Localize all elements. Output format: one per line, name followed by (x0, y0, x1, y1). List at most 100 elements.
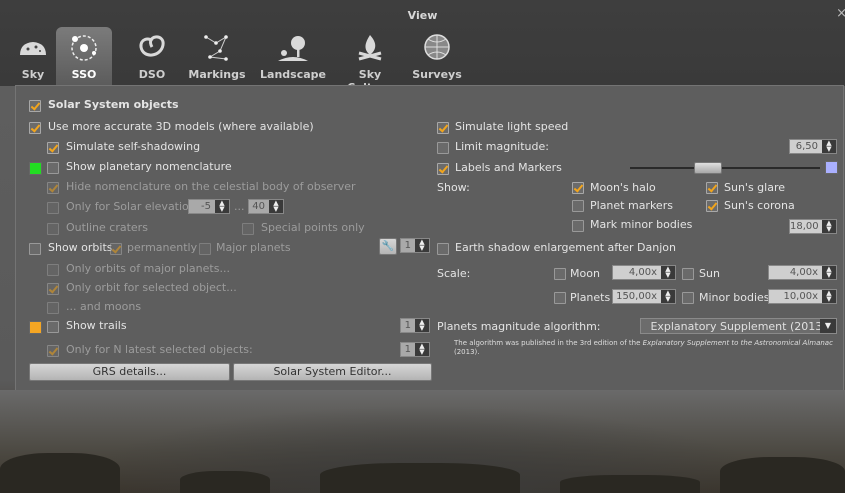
elevation-max-spinbox[interactable]: 40 ▲ ▼ (248, 199, 284, 214)
landscape-tree (320, 463, 520, 493)
algorithm-note: The algorithm was published in the 3rd e… (454, 339, 833, 357)
mag-algorithm-label: Planets magnitude algorithm: (437, 320, 601, 333)
sun-scale-value: 4,00x (789, 267, 818, 278)
moons-halo-label: Moon's halo (590, 181, 656, 194)
only-selected-orbit-label: Only orbit for selected object... (66, 281, 237, 294)
light-speed-checkbox[interactable] (437, 122, 449, 134)
suns-corona-checkbox[interactable] (706, 200, 718, 212)
only-selected-orbit-checkbox[interactable] (47, 283, 59, 295)
planets-scale-spinbox[interactable]: 150,00x ▲ ▼ (612, 289, 676, 304)
sso-settings-panel: Solar System objects Use more accurate 3… (15, 85, 844, 391)
sun-scale-checkbox[interactable] (682, 268, 694, 280)
planets-scale-checkbox[interactable] (554, 292, 566, 304)
algorithm-note-1: The algorithm was published in the 3rd e… (454, 339, 641, 347)
nomenclature-checkbox[interactable] (47, 162, 59, 174)
mag-algorithm-dropdown[interactable]: Explanatory Supplement (2013) ▼ (640, 318, 837, 334)
show-orbits-checkbox[interactable] (29, 243, 41, 255)
tab-sky[interactable]: Sky (14, 27, 52, 85)
minor-bodies-spinbox[interactable]: 18,00 ▲ ▼ (789, 219, 837, 234)
limit-magnitude-spinbox[interactable]: 6,50 ▲ ▼ (789, 139, 837, 154)
solar-system-objects-checkbox[interactable] (29, 100, 41, 112)
moons-halo-checkbox[interactable] (572, 182, 584, 194)
nomenclature-color-swatch[interactable] (29, 162, 42, 175)
hide-nomenclature-checkbox[interactable] (47, 182, 59, 194)
latest-n-spinbox[interactable]: 1 ▲ ▼ (400, 342, 430, 357)
and-moons-label: ... and moons (66, 300, 142, 313)
tab-markings[interactable]: Markings (186, 27, 248, 85)
sky-icon (20, 42, 46, 55)
tab-landscape[interactable]: Landscape (257, 27, 329, 85)
chevron-down-icon[interactable]: ▼ (820, 319, 836, 333)
suns-glare-label: Sun's glare (724, 181, 786, 194)
minor-bodies-label: Mark minor bodies (590, 218, 693, 231)
sun-scale-label: Sun (699, 267, 720, 280)
tab-surveys[interactable]: Surveys (412, 27, 462, 85)
galaxy-icon (139, 35, 165, 57)
orbit-settings-wrench-icon[interactable]: 🔧 (379, 238, 397, 255)
landscape-tree (560, 475, 700, 493)
spin-arrows-icon[interactable]: ▲ ▼ (661, 290, 675, 303)
planet-markers-checkbox[interactable] (572, 200, 584, 212)
and-moons-checkbox[interactable] (47, 302, 59, 314)
moon-scale-checkbox[interactable] (554, 268, 566, 280)
spin-arrows-icon[interactable]: ▲ ▼ (215, 200, 229, 213)
suns-corona-label: Sun's corona (724, 199, 795, 212)
trails-width-spinbox[interactable]: 1 ▲ ▼ (400, 318, 430, 333)
tab-sky-label: Sky (21, 68, 45, 81)
self-shadowing-checkbox[interactable] (47, 142, 59, 154)
solar-system-editor-button[interactable]: Solar System Editor... (233, 363, 432, 381)
spin-arrows-icon[interactable]: ▲ ▼ (661, 266, 675, 279)
spin-arrows-icon[interactable]: ▲ ▼ (269, 200, 283, 213)
spin-arrows-icon[interactable]: ▲ ▼ (822, 290, 836, 303)
orbit-width-spinbox[interactable]: 1 ▲ ▼ (400, 238, 430, 253)
spin-arrows-icon[interactable]: ▲ ▼ (415, 343, 429, 356)
spin-arrows-icon[interactable]: ▲ ▼ (415, 239, 429, 252)
minor-scale-value: 10,00x (783, 291, 818, 302)
tab-dso[interactable]: DSO (132, 27, 172, 85)
suns-glare-checkbox[interactable] (706, 182, 718, 194)
minor-bodies-checkbox[interactable] (572, 220, 584, 232)
outline-craters-checkbox[interactable] (47, 223, 59, 235)
show-trails-checkbox[interactable] (47, 321, 59, 333)
labels-markers-label: Labels and Markers (455, 161, 562, 174)
algorithm-note-3: (2013). (454, 348, 480, 356)
constellation-icon (204, 35, 228, 61)
solar-elevation-checkbox[interactable] (47, 202, 59, 214)
orbit-width-value: 1 (404, 240, 411, 251)
major-planets-checkbox[interactable] (199, 243, 211, 255)
view-window: View × Sky SSO DSO Markings Landscape Sk… (0, 0, 845, 493)
scale-label: Scale: (437, 267, 471, 280)
planet-markers-label: Planet markers (590, 199, 673, 212)
limit-magnitude-checkbox[interactable] (437, 142, 449, 154)
earth-shadow-checkbox[interactable] (437, 243, 449, 255)
spin-arrows-icon[interactable]: ▲ ▼ (415, 319, 429, 332)
moon-scale-spinbox[interactable]: 4,00x ▲ ▼ (612, 265, 676, 280)
elevation-min-spinbox[interactable]: -5 ▲ ▼ (188, 199, 230, 214)
tab-sky-culture[interactable]: Sky Culture (336, 27, 404, 94)
planets-scale-value: 150,00x (616, 291, 657, 302)
only-major-orbits-checkbox[interactable] (47, 264, 59, 276)
tab-sso[interactable]: SSO (56, 27, 112, 85)
trails-color-swatch[interactable] (29, 321, 42, 334)
spin-arrows-icon[interactable]: ▲ ▼ (822, 140, 836, 153)
landscape-tree (720, 457, 845, 493)
labels-slider-handle[interactable] (694, 162, 722, 174)
orbits-permanently-checkbox[interactable] (110, 243, 122, 255)
minor-bodies-scale-checkbox[interactable] (682, 292, 694, 304)
grs-details-button[interactable]: GRS details... (29, 363, 230, 381)
sun-scale-spinbox[interactable]: 4,00x ▲ ▼ (768, 265, 837, 280)
tab-sso-label: SSO (71, 68, 97, 81)
moon-scale-value: 4,00x (628, 267, 657, 278)
special-points-checkbox[interactable] (242, 223, 254, 235)
accurate-3d-checkbox[interactable] (29, 122, 41, 134)
labels-slider-track (630, 167, 820, 169)
minor-scale-spinbox[interactable]: 10,00x ▲ ▼ (768, 289, 837, 304)
labels-markers-checkbox[interactable] (437, 163, 449, 175)
labels-color-swatch[interactable] (825, 161, 838, 174)
close-icon[interactable]: × (836, 6, 845, 21)
tree-landscape-icon (278, 36, 308, 61)
spin-arrows-icon[interactable]: ▲ ▼ (822, 266, 836, 279)
accurate-3d-label: Use more accurate 3D models (where avail… (48, 120, 314, 133)
spin-arrows-icon[interactable]: ▲ ▼ (822, 220, 836, 233)
only-latest-checkbox[interactable] (47, 345, 59, 357)
